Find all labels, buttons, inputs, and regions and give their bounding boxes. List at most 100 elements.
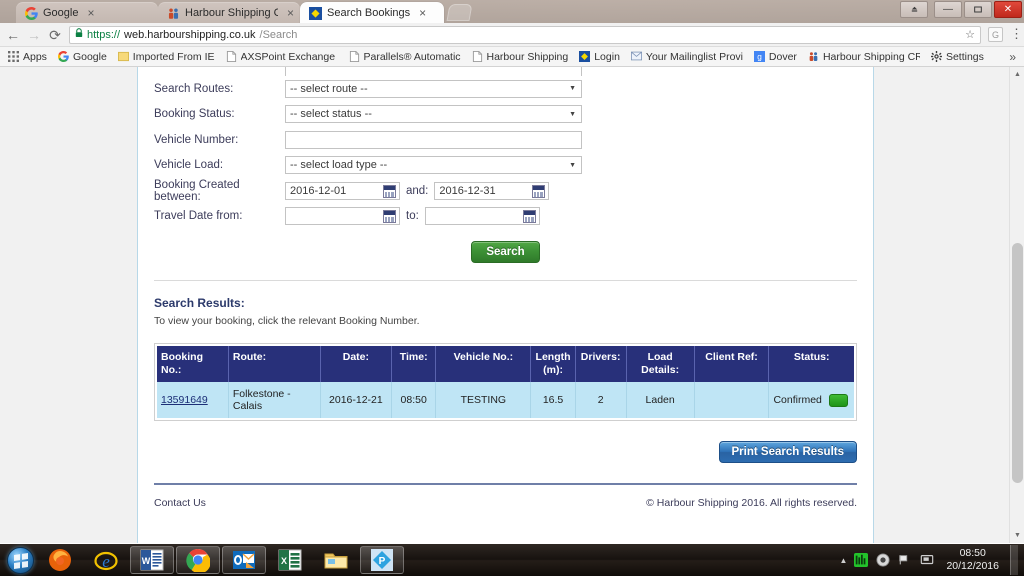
chevron-down-icon: ▼ <box>569 85 576 93</box>
svg-text:X: X <box>281 556 287 566</box>
taskbar-firefox-button[interactable] <box>38 545 82 575</box>
chevron-down-icon: ▼ <box>569 161 576 169</box>
bookmark-item[interactable]: Imported From IE <box>114 50 219 64</box>
back-icon[interactable]: ← <box>6 28 20 42</box>
field-select[interactable]: -- select route -- ▼ <box>285 79 582 98</box>
calendar-icon[interactable] <box>532 184 546 198</box>
show-desktop-button[interactable] <box>1010 545 1018 575</box>
taskbar-outlook-button[interactable] <box>222 546 266 574</box>
bookmark-label: Login <box>594 50 620 63</box>
form-row-vehicle-number: Vehicle Number: <box>154 127 857 153</box>
search-form: Search Routes: -- select route -- ▼ Booking… <box>154 76 857 178</box>
bookmarks-overflow-icon[interactable]: » <box>1009 50 1020 64</box>
folder-icon <box>117 51 129 62</box>
profile-badge[interactable]: G <box>988 27 1003 42</box>
tab-google[interactable]: Google × <box>16 2 158 23</box>
taskbar-chrome-button[interactable] <box>176 546 220 574</box>
taskbar-word-button[interactable]: W <box>130 546 174 574</box>
restore-down-button[interactable] <box>900 1 928 18</box>
bookmark-item[interactable]: g Dover <box>750 50 801 64</box>
field-select[interactable]: -- select status -- ▼ <box>285 105 582 124</box>
reload-icon[interactable]: ⟳ <box>48 28 62 42</box>
column-header: Status: <box>768 346 854 383</box>
bookmark-star-icon[interactable]: ☆ <box>965 28 975 41</box>
close-icon[interactable]: × <box>87 7 94 19</box>
google-icon <box>25 6 38 20</box>
svg-text:P: P <box>379 556 386 567</box>
travel-date-from-input[interactable] <box>285 207 400 226</box>
contact-us-link[interactable]: Contact Us <box>154 497 206 509</box>
windows-taskbar: e W X P ▲ 08:50 20/12/2016 <box>0 544 1024 576</box>
tab-search-bookings[interactable]: Search Bookings × <box>300 2 444 23</box>
taskbar-excel-button[interactable]: X <box>268 545 312 575</box>
calendar-icon[interactable] <box>522 210 536 224</box>
column-header: Client Ref: <box>694 346 770 383</box>
browser-menu-icon[interactable]: ⋮ <box>1010 27 1023 41</box>
bookmark-label: Harbour Shipping CR <box>822 50 920 63</box>
bookmark-item[interactable]: AXSPoint Exchange L <box>222 50 342 64</box>
maximize-button[interactable] <box>964 1 992 18</box>
word-icon: W <box>140 548 164 572</box>
taskbar-parallels-button[interactable]: P <box>360 546 404 574</box>
flag-icon[interactable] <box>898 553 913 568</box>
minimize-button[interactable]: — <box>934 1 962 18</box>
clipped-input-above-fold[interactable] <box>285 67 582 76</box>
tab-harbour-shipping-crm[interactable]: Harbour Shipping CRM × <box>158 2 300 23</box>
booking-created-from-input[interactable]: 2016-12-01 <box>285 181 400 200</box>
results-table: Booking No.: Route: Date: Time: Vehicle No.:… <box>157 346 854 419</box>
length-m-cell: 16.5 <box>530 382 576 419</box>
form-row-booking-created-between: Booking Created between: 2016-12-01 and:… <box>154 178 857 204</box>
vertical-scrollbar[interactable]: ▲ ▼ <box>1009 67 1024 543</box>
travel-date-to-input[interactable] <box>424 207 540 226</box>
bookmark-item[interactable]: Harbour Shipping CR <box>804 50 924 64</box>
print-search-results-button[interactable]: Print Search Results <box>718 441 857 464</box>
bookmark-item[interactable]: Parallels® Automatic <box>345 50 465 64</box>
start-button[interactable] <box>2 545 38 575</box>
booking-number-link[interactable]: 13591649 <box>161 394 208 406</box>
bookmark-item[interactable]: Your Mailinglist Provi <box>627 50 747 64</box>
tray-expand-icon[interactable]: ▲ <box>840 556 848 565</box>
close-icon[interactable]: × <box>419 7 426 19</box>
calendar-icon[interactable] <box>383 184 396 198</box>
select-value: -- select load type -- <box>290 159 388 172</box>
navigation-bar: ← → ⟳ https://web.harbourshipping.co.uk /… <box>0 23 1024 47</box>
bookmark-item[interactable]: Settings <box>927 50 988 64</box>
field-select[interactable]: -- select load type -- ▼ <box>285 156 582 175</box>
google-icon <box>57 51 69 62</box>
form-row-vehicle-load: Vehicle Load: -- select load type -- ▼ <box>154 153 857 179</box>
bookmark-label: Parallels® Automatic <box>363 50 461 63</box>
status-cell: Confirmed <box>768 382 854 419</box>
booking-created-to-input[interactable]: 2016-12-31 <box>434 181 550 200</box>
scrollbar-thumb[interactable] <box>1012 243 1023 483</box>
harbour-crm-icon <box>167 7 180 20</box>
field-label: Vehicle Number: <box>154 133 239 146</box>
svg-text:g: g <box>757 53 762 62</box>
bookmark-item[interactable]: Harbour Shipping <box>468 50 573 64</box>
close-icon[interactable]: × <box>287 7 294 19</box>
scroll-up-icon[interactable]: ▲ <box>1010 67 1024 82</box>
bookmark-label: Harbour Shipping <box>486 50 569 63</box>
clock-date: 20/12/2016 <box>946 560 999 572</box>
close-window-button[interactable]: ✕ <box>994 1 1022 18</box>
taskbar-internet-explorer-button[interactable]: e <box>84 545 128 575</box>
search-button[interactable]: Search <box>471 241 540 263</box>
clock-time: 08:50 <box>959 546 986 559</box>
taskbar-file-explorer-button[interactable] <box>314 545 358 575</box>
field-text-input[interactable] <box>285 130 582 149</box>
bookmark-item[interactable]: Google <box>54 50 111 64</box>
new-tab-button[interactable] <box>446 4 473 21</box>
page-icon <box>349 51 360 62</box>
address-bar[interactable]: https://web.harbourshipping.co.uk/Search… <box>69 25 981 44</box>
bookmark-item[interactable]: Login <box>575 50 624 64</box>
media-icon[interactable] <box>876 552 891 568</box>
display-icon[interactable] <box>920 553 935 568</box>
url-path: /Search <box>259 28 298 41</box>
tab-strip: Google × Harbour Shipping CRM × Search B… <box>0 0 1024 23</box>
calendar-icon[interactable] <box>383 210 396 224</box>
network-monitor-icon[interactable] <box>854 552 869 568</box>
taskbar-clock[interactable]: 08:50 20/12/2016 <box>942 547 1003 573</box>
scroll-down-icon[interactable]: ▼ <box>1010 528 1024 543</box>
bookmark-item[interactable]: Apps <box>4 50 51 64</box>
route-cell: Folkestone - Calais <box>228 382 321 419</box>
lock-icon <box>75 28 83 41</box>
